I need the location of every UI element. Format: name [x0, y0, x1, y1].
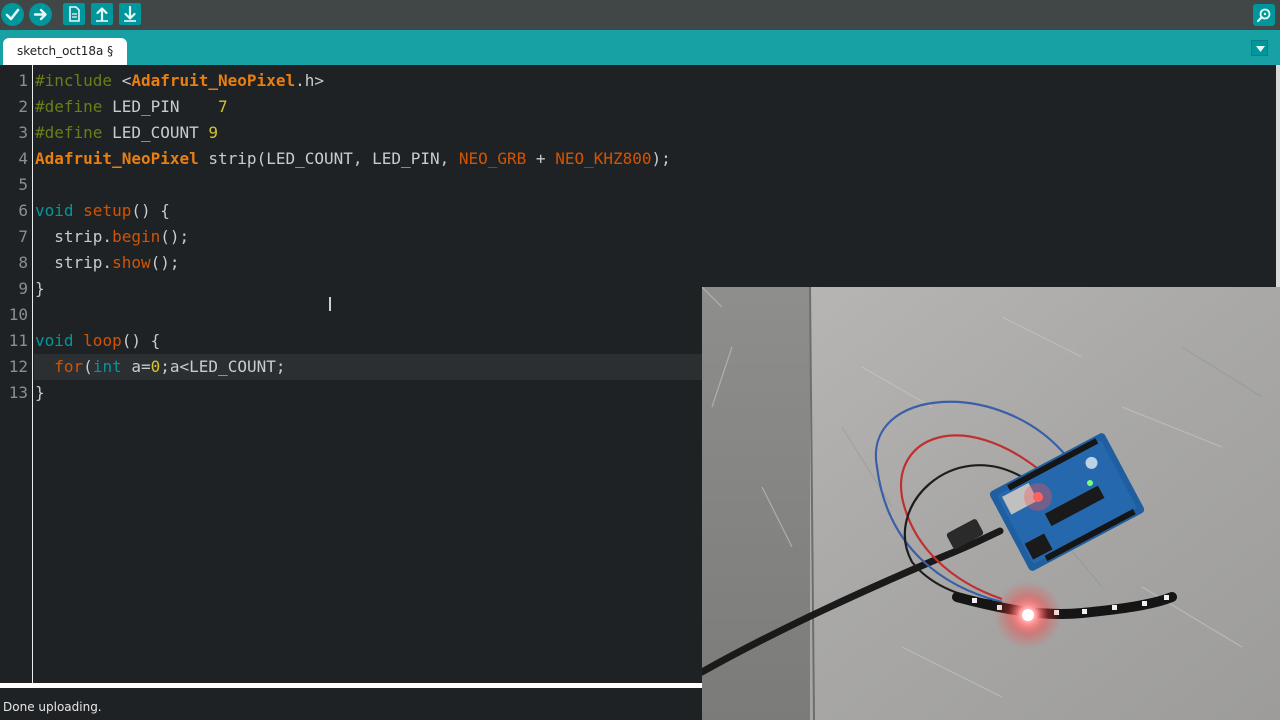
code-token: () { [121, 331, 161, 350]
code-token: for [54, 357, 84, 376]
code-token: ); [651, 149, 671, 168]
tab-menu-button[interactable] [1251, 40, 1268, 56]
arrow-right-icon [33, 8, 47, 21]
code-token: Adafruit_NeoPixel [131, 71, 296, 90]
code-token: ( [83, 357, 93, 376]
line-number: 8 [18, 253, 28, 272]
code-token: show [112, 253, 151, 272]
code-token: #define [35, 97, 103, 116]
code-token: (); [160, 227, 190, 246]
code-token: void [35, 201, 74, 220]
new-button[interactable] [63, 3, 85, 25]
code-token: LED_PIN [102, 97, 219, 116]
new-file-icon [69, 6, 80, 22]
code-token: #define [35, 123, 103, 142]
serial-monitor-icon [1256, 8, 1271, 23]
line-number: 10 [8, 305, 28, 324]
code-token: 7 [218, 97, 228, 116]
line-number: 2 [18, 97, 28, 116]
text-cursor [329, 297, 331, 311]
line-number: 4 [18, 149, 28, 168]
code-token: } [35, 383, 45, 402]
tab-bar: sketch_oct18a § [0, 30, 1280, 65]
code-line: void setup() { [35, 198, 170, 224]
code-token: int [92, 357, 122, 376]
save-button[interactable] [119, 3, 141, 25]
code-token: () { [131, 201, 170, 220]
vertical-scrollbar[interactable] [1276, 65, 1280, 287]
code-token: #include [35, 71, 113, 90]
code-line: } [35, 380, 45, 406]
code-token: (); [150, 253, 180, 272]
line-number: 12 [8, 357, 28, 376]
line-number: 5 [18, 175, 28, 194]
code-token: NEO_GRB [458, 149, 527, 168]
line-number: 7 [18, 227, 28, 246]
arrow-up-icon [96, 7, 108, 22]
camera-video-overlay [702, 287, 1280, 720]
verify-button[interactable] [1, 3, 24, 26]
code-token: strip. [35, 227, 113, 246]
code-token: void [35, 331, 74, 350]
code-line: for(int a=0;a<LED_COUNT; [35, 354, 286, 380]
line-number: 11 [8, 331, 28, 350]
line-number: 6 [18, 201, 28, 220]
arduino-board-led-strip-photo [702, 287, 1280, 720]
code-line: } [35, 276, 45, 302]
code-token: NEO_KHZ800 [555, 149, 652, 168]
code-token: LED_COUNT [102, 123, 209, 142]
code-token: 0 [150, 357, 161, 376]
code-token: ;a<LED_COUNT; [160, 357, 286, 376]
code-token: < [112, 71, 132, 90]
code-token: } [35, 279, 45, 298]
status-bar: Done uploading. [0, 688, 702, 720]
code-token: loop [83, 331, 122, 350]
upload-button[interactable] [29, 3, 52, 26]
code-line: strip.show(); [35, 250, 180, 276]
code-token: strip. [35, 253, 113, 272]
status-message: Done uploading. [3, 700, 102, 714]
line-number: 1 [18, 71, 28, 90]
arrow-down-icon [124, 5, 136, 22]
code-token: Adafruit_NeoPixel [35, 149, 199, 168]
code-line: strip.begin(); [35, 224, 189, 250]
open-button[interactable] [91, 3, 113, 25]
code-line: void loop() { [35, 328, 160, 354]
line-number: 3 [18, 123, 28, 142]
toolbar [0, 0, 1280, 30]
code-token: begin [112, 227, 161, 246]
code-token: + [526, 149, 556, 168]
code-line: #include <Adafruit_NeoPixel.h> [35, 68, 324, 94]
line-number: 13 [8, 383, 28, 402]
line-number: 9 [18, 279, 28, 298]
code-token: a= [121, 357, 151, 376]
code-token: 9 [208, 123, 219, 142]
code-token: setup [83, 201, 132, 220]
chevron-down-icon [1256, 46, 1265, 52]
checkmark-icon [5, 8, 20, 21]
code-line: Adafruit_NeoPixel strip(LED_COUNT, LED_P… [35, 146, 671, 172]
tab-sketch[interactable]: sketch_oct18a § [3, 38, 128, 65]
code-token: strip(LED_COUNT, LED_PIN, [198, 149, 459, 168]
code-line: #define LED_PIN 7 [35, 94, 228, 120]
code-token: .h> [295, 71, 324, 90]
code-line: #define LED_COUNT 9 [35, 120, 218, 146]
serial-monitor-button[interactable] [1253, 4, 1275, 26]
